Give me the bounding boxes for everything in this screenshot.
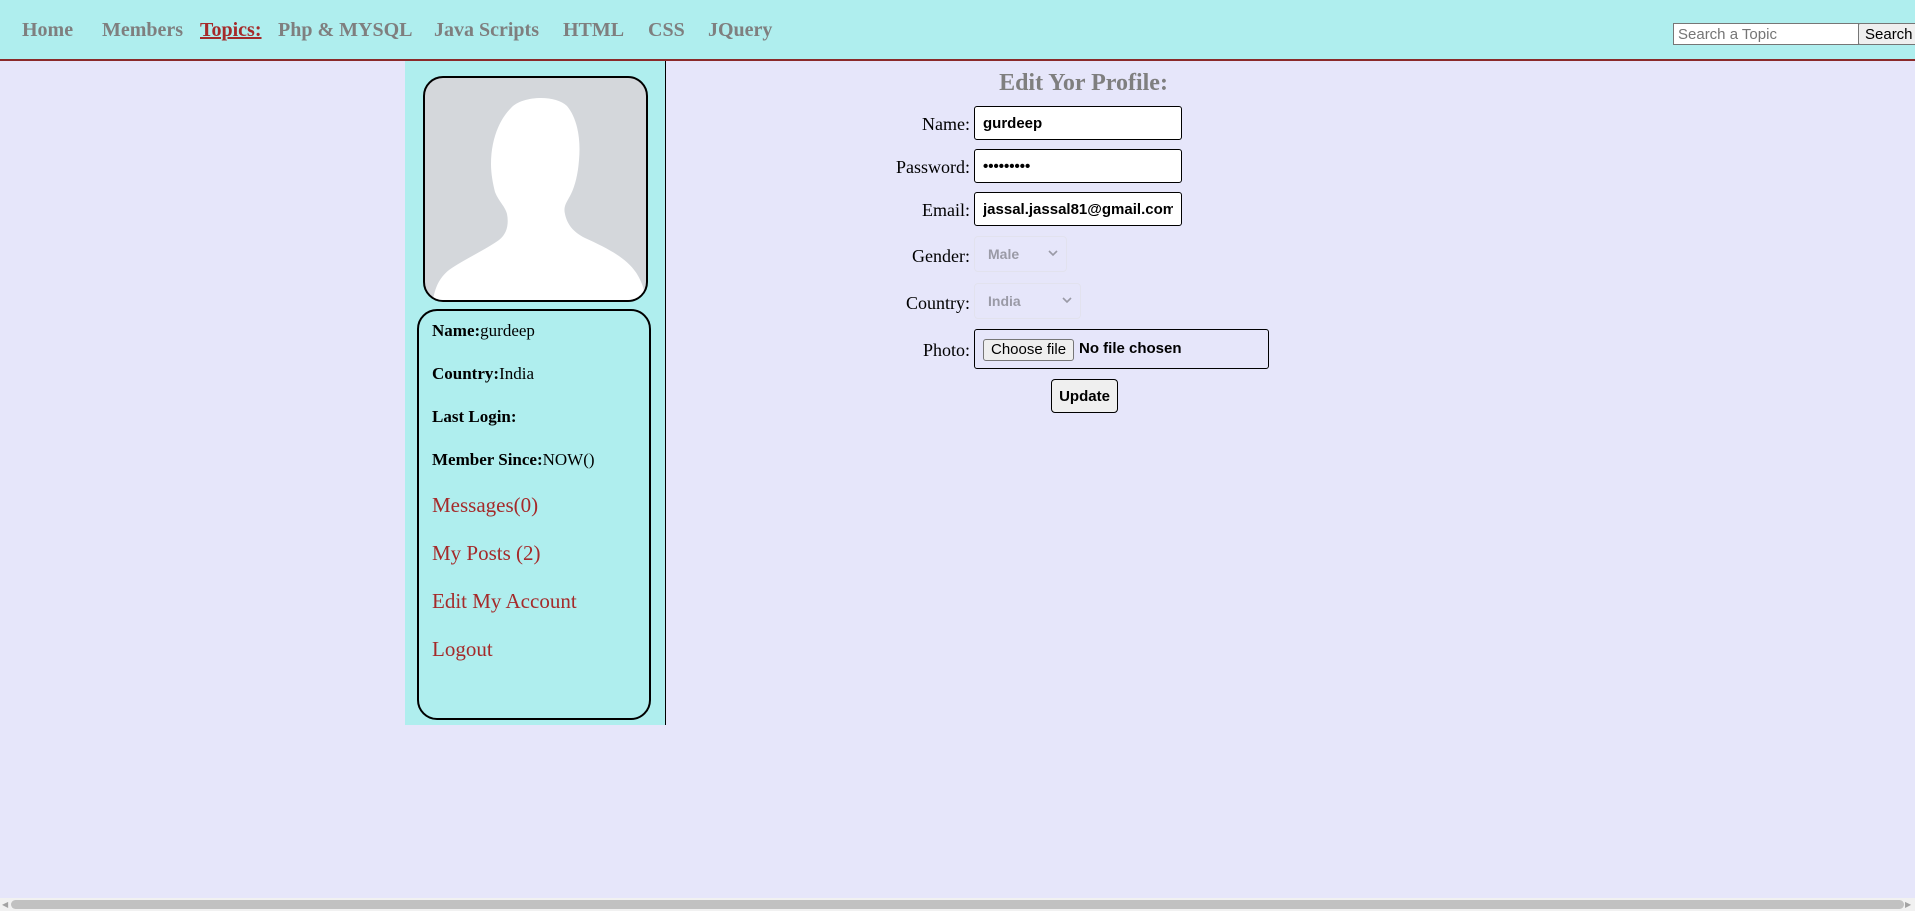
nav-topics-link[interactable]: Topics: bbox=[200, 19, 262, 42]
info-country-row: Country:India bbox=[432, 364, 534, 384]
chevron-down-icon bbox=[1048, 250, 1058, 257]
avatar bbox=[423, 76, 648, 302]
info-country-value: India bbox=[499, 364, 534, 383]
search-button[interactable]: Search bbox=[1858, 23, 1915, 45]
nav-php-mysql-link[interactable]: Php & MYSQL bbox=[278, 19, 412, 42]
profile-info-panel: Name:gurdeep Country:India Last Login: M… bbox=[417, 309, 651, 720]
email-field-label: Email: bbox=[922, 200, 970, 220]
file-status-text: No file chosen bbox=[1079, 340, 1182, 357]
nav-home-link[interactable]: Home bbox=[22, 19, 73, 42]
page-title: Edit Yor Profile: bbox=[999, 70, 1168, 96]
gender-select[interactable]: Male bbox=[974, 236, 1067, 272]
info-name-row: Name:gurdeep bbox=[432, 321, 535, 341]
default-user-silhouette-icon bbox=[433, 97, 645, 300]
edit-account-link[interactable]: Edit My Account bbox=[432, 589, 577, 614]
info-last-login-label: Last Login: bbox=[432, 407, 517, 426]
horizontal-scrollbar[interactable]: ◀ ▶ bbox=[0, 898, 1915, 911]
info-country-label: Country: bbox=[432, 364, 500, 383]
gender-select-value: Male bbox=[988, 246, 1020, 262]
info-member-since-row: Member Since:NOW() bbox=[432, 450, 595, 470]
photo-file-input: Choose file No file chosen bbox=[974, 329, 1269, 369]
nav-java-scripts-link[interactable]: Java Scripts bbox=[434, 19, 539, 42]
info-last-login-row: Last Login: bbox=[432, 407, 517, 427]
info-name-value: gurdeep bbox=[480, 321, 535, 340]
scroll-left-arrow-icon[interactable]: ◀ bbox=[2, 901, 8, 909]
country-select[interactable]: India bbox=[974, 283, 1081, 319]
password-field-label: Password: bbox=[895, 157, 970, 177]
name-field[interactable] bbox=[974, 106, 1182, 140]
nav-jquery-link[interactable]: JQuery bbox=[708, 19, 772, 42]
country-select-value: India bbox=[988, 293, 1021, 309]
top-nav-bar: Home Members Topics: Php & MYSQL Java Sc… bbox=[0, 0, 1915, 61]
logout-link[interactable]: Logout bbox=[432, 637, 493, 662]
gender-field-label: Gender: bbox=[912, 246, 970, 266]
password-field[interactable] bbox=[974, 149, 1182, 183]
nav-css-link[interactable]: CSS bbox=[648, 19, 685, 42]
info-member-since-label: Member Since: bbox=[432, 450, 543, 469]
country-field-label: Country: bbox=[905, 293, 970, 313]
update-button[interactable]: Update bbox=[1051, 379, 1118, 413]
messages-link[interactable]: Messages(0) bbox=[432, 493, 538, 518]
email-field[interactable] bbox=[974, 192, 1182, 226]
scroll-right-arrow-icon[interactable]: ▶ bbox=[1905, 901, 1911, 909]
info-member-since-value: NOW() bbox=[542, 450, 595, 469]
my-posts-link[interactable]: My Posts (2) bbox=[432, 541, 541, 566]
name-field-label: Name: bbox=[922, 114, 970, 134]
chevron-down-icon bbox=[1062, 297, 1072, 304]
search-input[interactable] bbox=[1673, 23, 1859, 45]
choose-file-button[interactable]: Choose file bbox=[983, 339, 1075, 361]
nav-html-link[interactable]: HTML bbox=[563, 19, 624, 42]
info-name-label: Name: bbox=[432, 321, 481, 340]
photo-field-label: Photo: bbox=[922, 340, 970, 360]
profile-sidebar: Name:gurdeep Country:India Last Login: M… bbox=[405, 61, 666, 725]
nav-members-link[interactable]: Members bbox=[102, 19, 183, 42]
scrollbar-thumb[interactable] bbox=[11, 900, 1904, 909]
